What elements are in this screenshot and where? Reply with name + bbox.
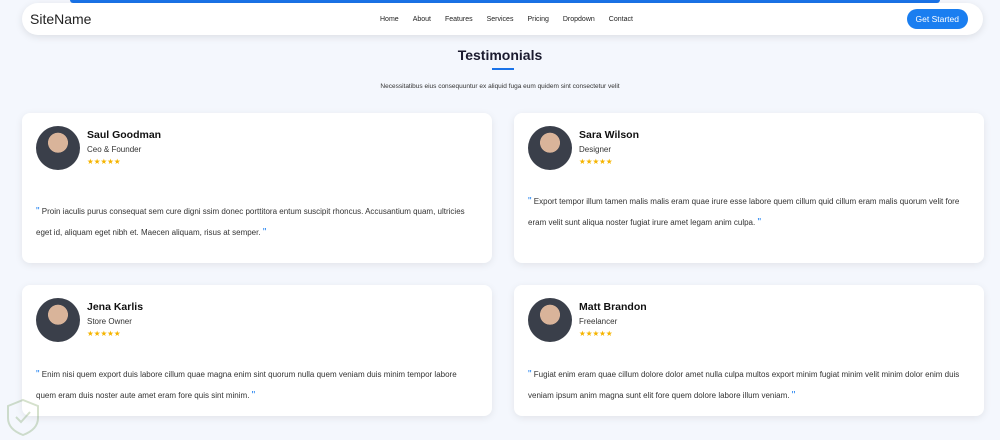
nav-pricing[interactable]: Pricing (527, 16, 548, 23)
quote-close-icon: " (791, 390, 796, 401)
testimonial-card: Matt Brandon Freelancer ★★★★★ " Fugiat e… (514, 285, 984, 416)
star-rating: ★★★★★ (87, 329, 121, 338)
testimonial-quote: " Fugiat enim eram quae cillum dolore do… (528, 364, 970, 406)
quote-open-icon: " (36, 206, 40, 217)
testimonial-role: Ceo & Founder (87, 145, 142, 154)
testimonial-role: Freelancer (579, 317, 618, 326)
avatar (528, 126, 572, 170)
site-logo[interactable]: SiteName (30, 11, 91, 27)
testimonial-name: Matt Brandon (579, 301, 647, 313)
testimonial-name: Sara Wilson (579, 129, 640, 141)
get-started-button[interactable]: Get Started (906, 9, 968, 29)
section-subtitle: Necessitatibus eius consequuntur ex aliq… (380, 83, 620, 90)
quote-close-icon: " (251, 390, 256, 401)
quote-open-icon: " (528, 196, 532, 207)
quote-close-icon: " (757, 217, 762, 228)
testimonial-card: Saul Goodman Ceo & Founder ★★★★★ " Proin… (22, 113, 492, 263)
testimonial-role: Store Owner (87, 317, 132, 326)
nav-menu: Home About Features Services Pricing Dro… (380, 16, 633, 23)
avatar (528, 298, 572, 342)
testimonial-name: Saul Goodman (87, 129, 162, 141)
nav-features[interactable]: Features (445, 16, 473, 23)
testimonial-quote: " Export tempor illum tamen malis malis … (528, 191, 970, 233)
testimonial-quote: " Enim nisi quem export duis labore cill… (36, 364, 478, 406)
navbar: SiteName Home About Features Services Pr… (22, 3, 983, 35)
star-rating: ★★★★★ (579, 157, 613, 166)
nav-services[interactable]: Services (487, 16, 514, 23)
nav-home[interactable]: Home (380, 16, 399, 23)
shield-watermark-icon (7, 398, 39, 436)
quote-text: Export tempor illum tamen malis malis er… (528, 197, 960, 227)
quote-open-icon: " (36, 369, 40, 380)
testimonial-card: Jena Karlis Store Owner ★★★★★ " Enim nis… (22, 285, 492, 416)
nav-about[interactable]: About (413, 16, 431, 23)
star-rating: ★★★★★ (87, 157, 121, 166)
quote-text: Proin iaculis purus consequat sem cure d… (36, 207, 465, 237)
testimonial-role: Designer (579, 145, 612, 154)
quote-text: Enim nisi quem export duis labore cillum… (36, 370, 457, 400)
testimonial-card: Sara Wilson Designer ★★★★★ " Export temp… (514, 113, 984, 263)
testimonial-quote: " Proin iaculis purus consequat sem cure… (36, 201, 478, 243)
testimonial-name: Jena Karlis (87, 301, 144, 313)
nav-dropdown[interactable]: Dropdown (563, 16, 595, 23)
title-underline (492, 68, 514, 70)
star-rating: ★★★★★ (579, 329, 613, 338)
section-title: Testimonials (457, 47, 543, 63)
quote-text: Fugiat enim eram quae cillum dolore dolo… (528, 370, 960, 400)
avatar (36, 298, 80, 342)
nav-contact[interactable]: Contact (609, 16, 633, 23)
avatar (36, 126, 80, 170)
quote-open-icon: " (528, 369, 532, 380)
quote-close-icon: " (262, 227, 267, 238)
